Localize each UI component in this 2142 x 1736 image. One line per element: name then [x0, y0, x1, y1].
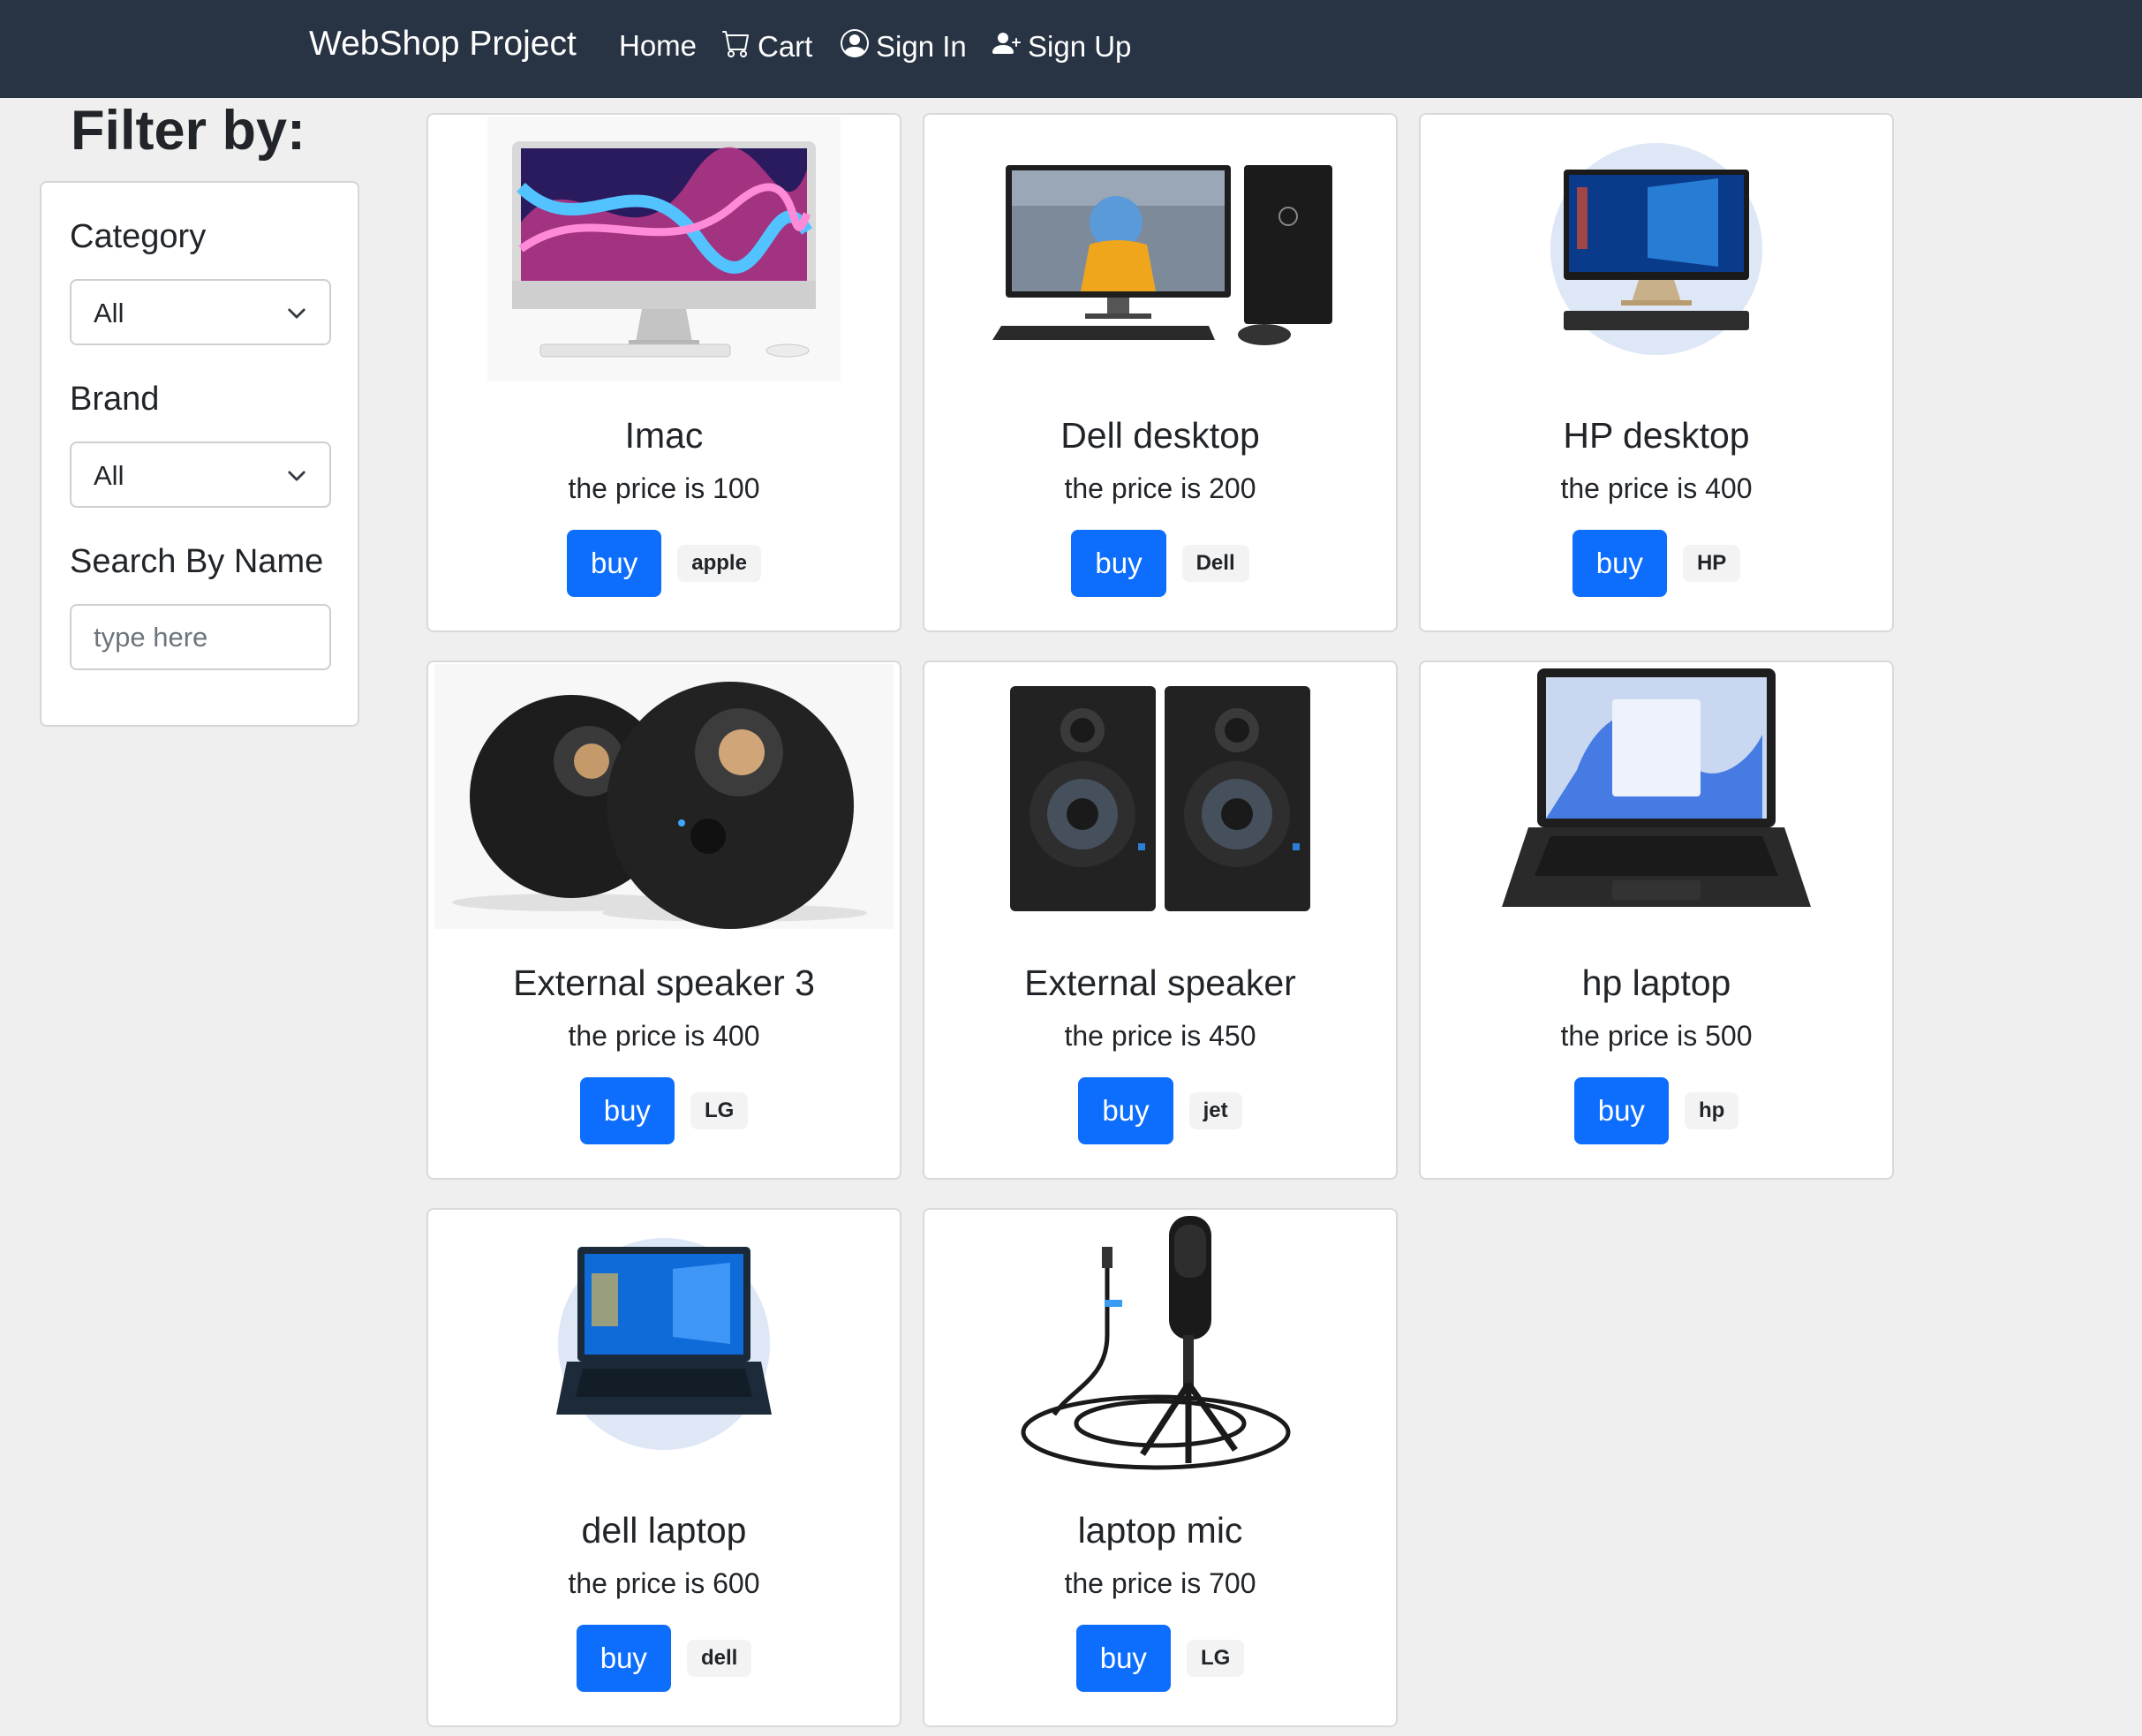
nav-signin-link[interactable]: Sign In: [841, 29, 967, 64]
product-card: HP desktop the price is 400 buy HP: [1419, 113, 1894, 632]
product-name: laptop mic: [1077, 1510, 1243, 1551]
imac-image: [428, 115, 900, 382]
product-price: the price is 100: [568, 472, 760, 504]
product-price: the price is 500: [1560, 1020, 1753, 1052]
product-name: dell laptop: [581, 1510, 747, 1551]
microphone-image: [924, 1210, 1396, 1477]
cart-icon: [722, 29, 750, 64]
product-price: the price is 450: [1064, 1020, 1256, 1052]
person-circle-icon: [841, 29, 869, 64]
nav-home-label: Home: [619, 29, 698, 62]
nav-signup-link[interactable]: Sign Up: [992, 29, 1131, 64]
nav-cart-label: Cart: [758, 30, 813, 63]
brand-badge: jet: [1188, 1092, 1242, 1129]
hp-laptop-image: [1421, 662, 1892, 930]
product-card: Imac the price is 100 buy apple: [426, 113, 901, 632]
buy-button[interactable]: buy: [1071, 530, 1166, 597]
product-name: Imac: [624, 415, 704, 456]
search-by-name-label: Search By Name: [70, 543, 324, 580]
chevron-down-icon: [288, 471, 305, 481]
nav-signin-label: Sign In: [876, 30, 967, 63]
brand-badge: apple: [677, 545, 761, 582]
dell-laptop-image: [428, 1210, 900, 1477]
studio-monitors-image: [924, 662, 1396, 930]
product-card: External speaker the price is 450 buy je…: [923, 660, 1398, 1180]
hp-desktop-image: [1421, 115, 1892, 382]
brand-badge: dell: [686, 1640, 752, 1677]
product-name: hp laptop: [1581, 962, 1731, 1003]
filter-heading: Filter by:: [71, 100, 306, 162]
nav-home-link[interactable]: Home: [619, 29, 697, 63]
brand-badge: hp: [1684, 1092, 1739, 1129]
product-name: External speaker: [1024, 962, 1296, 1003]
buy-button[interactable]: buy: [576, 1625, 671, 1692]
product-card: laptop mic the price is 700 buy LG: [923, 1208, 1398, 1727]
product-price: the price is 200: [1064, 472, 1256, 504]
brand-select-value: All: [94, 460, 124, 491]
dell-desktop-image: [924, 115, 1396, 382]
person-plus-icon: [992, 29, 1021, 64]
round-speakers-image: [428, 662, 900, 930]
product-price: the price is 400: [568, 1020, 760, 1052]
product-price: the price is 700: [1064, 1567, 1256, 1599]
category-select-value: All: [94, 298, 124, 328]
product-name: Dell desktop: [1060, 415, 1260, 456]
brand-badge: Dell: [1181, 545, 1249, 582]
nav-signup-label: Sign Up: [1028, 30, 1132, 63]
nav-cart-link[interactable]: Cart: [722, 29, 812, 64]
search-name-field[interactable]: [70, 604, 331, 670]
product-name: HP desktop: [1563, 415, 1750, 456]
buy-button[interactable]: buy: [1573, 1077, 1669, 1144]
product-price: the price is 600: [568, 1567, 760, 1599]
brand-label: Brand: [70, 381, 160, 418]
buy-button[interactable]: buy: [1075, 1625, 1171, 1692]
chevron-down-icon: [288, 308, 305, 319]
buy-button[interactable]: buy: [579, 1077, 675, 1144]
top-navbar: WebShop Project Home Cart Sign In Sign U…: [0, 0, 2142, 98]
product-card: Dell desktop the price is 200 buy Dell: [923, 113, 1398, 632]
filter-panel: Category All Brand All Search By Name: [40, 181, 359, 727]
brand-select[interactable]: All: [70, 442, 331, 508]
search-name-input[interactable]: [72, 606, 314, 668]
brand-badge: LG: [1186, 1640, 1245, 1677]
product-card: External speaker 3 the price is 400 buy …: [426, 660, 901, 1180]
product-price: the price is 400: [1560, 472, 1753, 504]
product-card: dell laptop the price is 600 buy dell: [426, 1208, 901, 1727]
buy-button[interactable]: buy: [1572, 530, 1667, 597]
buy-button[interactable]: buy: [1078, 1077, 1173, 1144]
category-label: Category: [70, 218, 207, 255]
brand-badge: LG: [690, 1092, 749, 1129]
category-select[interactable]: All: [70, 279, 331, 345]
product-name: External speaker 3: [513, 962, 815, 1003]
brand-badge: HP: [1682, 545, 1741, 582]
buy-button[interactable]: buy: [567, 530, 662, 597]
product-card: hp laptop the price is 500 buy hp: [1419, 660, 1894, 1180]
navbar-brand[interactable]: WebShop Project: [309, 25, 577, 64]
